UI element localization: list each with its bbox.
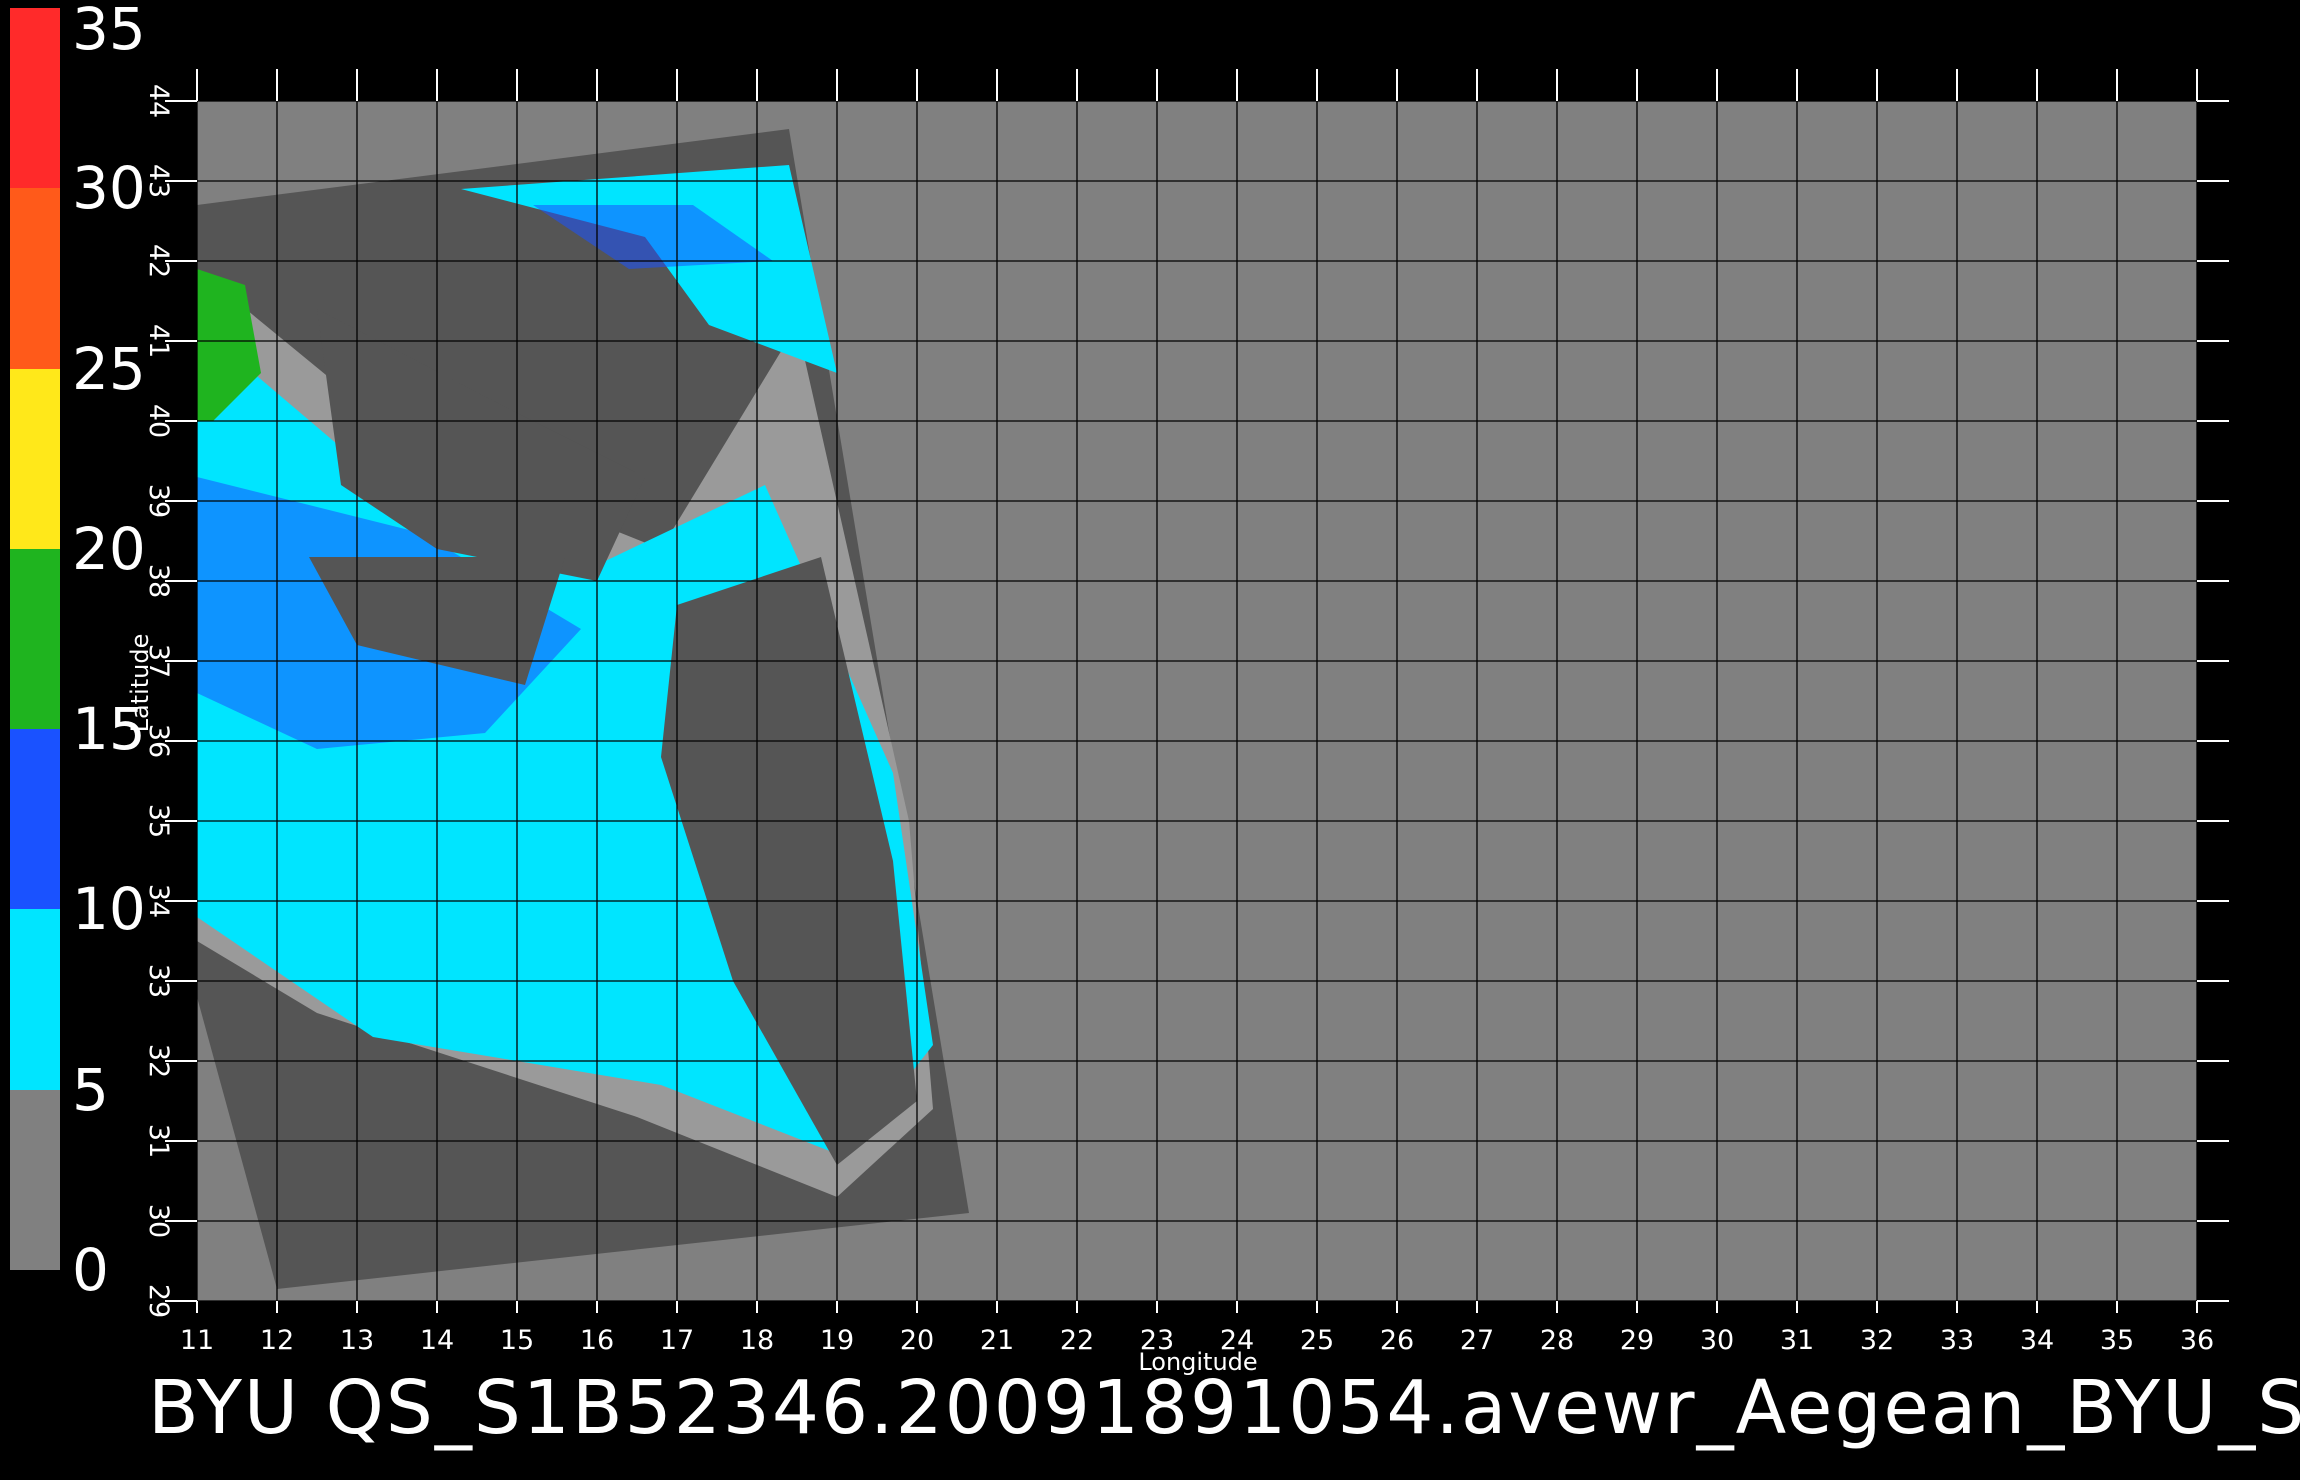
x-tick-label: 34 [2020,1325,2054,1356]
y-tick-label: 35 [143,804,174,838]
y-tick-label: 33 [143,964,174,998]
x-tick-label: 11 [180,1325,214,1356]
x-tick-label: 17 [660,1325,694,1356]
wind-map-figure: 35 30 25 20 15 10 5 0 11 12 13 14 15 16 17 18 19 20 21 22 2… [0,0,2300,1480]
y-tick-label: 40 [143,404,174,438]
footer-caption: BYU QS_S1B52346.20091891054.avewr_Aegean… [148,1365,2300,1451]
x-tick-label: 26 [1380,1325,1414,1356]
x-tick-label: 15 [500,1325,534,1356]
x-tick-label: 16 [580,1325,614,1356]
x-tick-label: 12 [260,1325,294,1356]
y-axis-label: Latitude [126,634,154,733]
y-tick-label: 38 [143,564,174,598]
y-tick-label: 44 [143,84,174,118]
x-tick-label: 32 [1860,1325,1894,1356]
x-tick-label: 27 [1460,1325,1494,1356]
x-tick-label: 18 [740,1325,774,1356]
y-tick-label: 41 [143,324,174,358]
x-tick-label: 13 [340,1325,374,1356]
x-tick-label: 29 [1620,1325,1654,1356]
y-tick-label: 42 [143,244,174,278]
wind-speed-map: 11 12 13 14 15 16 17 18 19 20 21 22 23 24 25 26 27 28 29 30… [126,69,2229,1376]
y-tick-label: 30 [143,1204,174,1238]
y-tick-label: 29 [143,1284,174,1318]
y-tick-label: 32 [143,1044,174,1078]
x-tick-label: 22 [1060,1325,1094,1356]
y-tick-label: 39 [143,484,174,518]
x-tick-label: 21 [980,1325,1014,1356]
x-tick-label: 19 [820,1325,854,1356]
y-tick-label: 34 [143,884,174,918]
x-tick-label: 31 [1780,1325,1814,1356]
x-tick-label: 36 [2180,1325,2214,1356]
x-tick-label: 25 [1300,1325,1334,1356]
x-tick-label: 28 [1540,1325,1574,1356]
x-tick-label: 35 [2100,1325,2134,1356]
x-tick-label: 33 [1940,1325,1974,1356]
x-tick-label: 14 [420,1325,454,1356]
x-tick-label: 30 [1700,1325,1734,1356]
y-tick-label: 43 [143,164,174,198]
x-tick-label: 20 [900,1325,934,1356]
y-tick-label: 31 [143,1124,174,1158]
